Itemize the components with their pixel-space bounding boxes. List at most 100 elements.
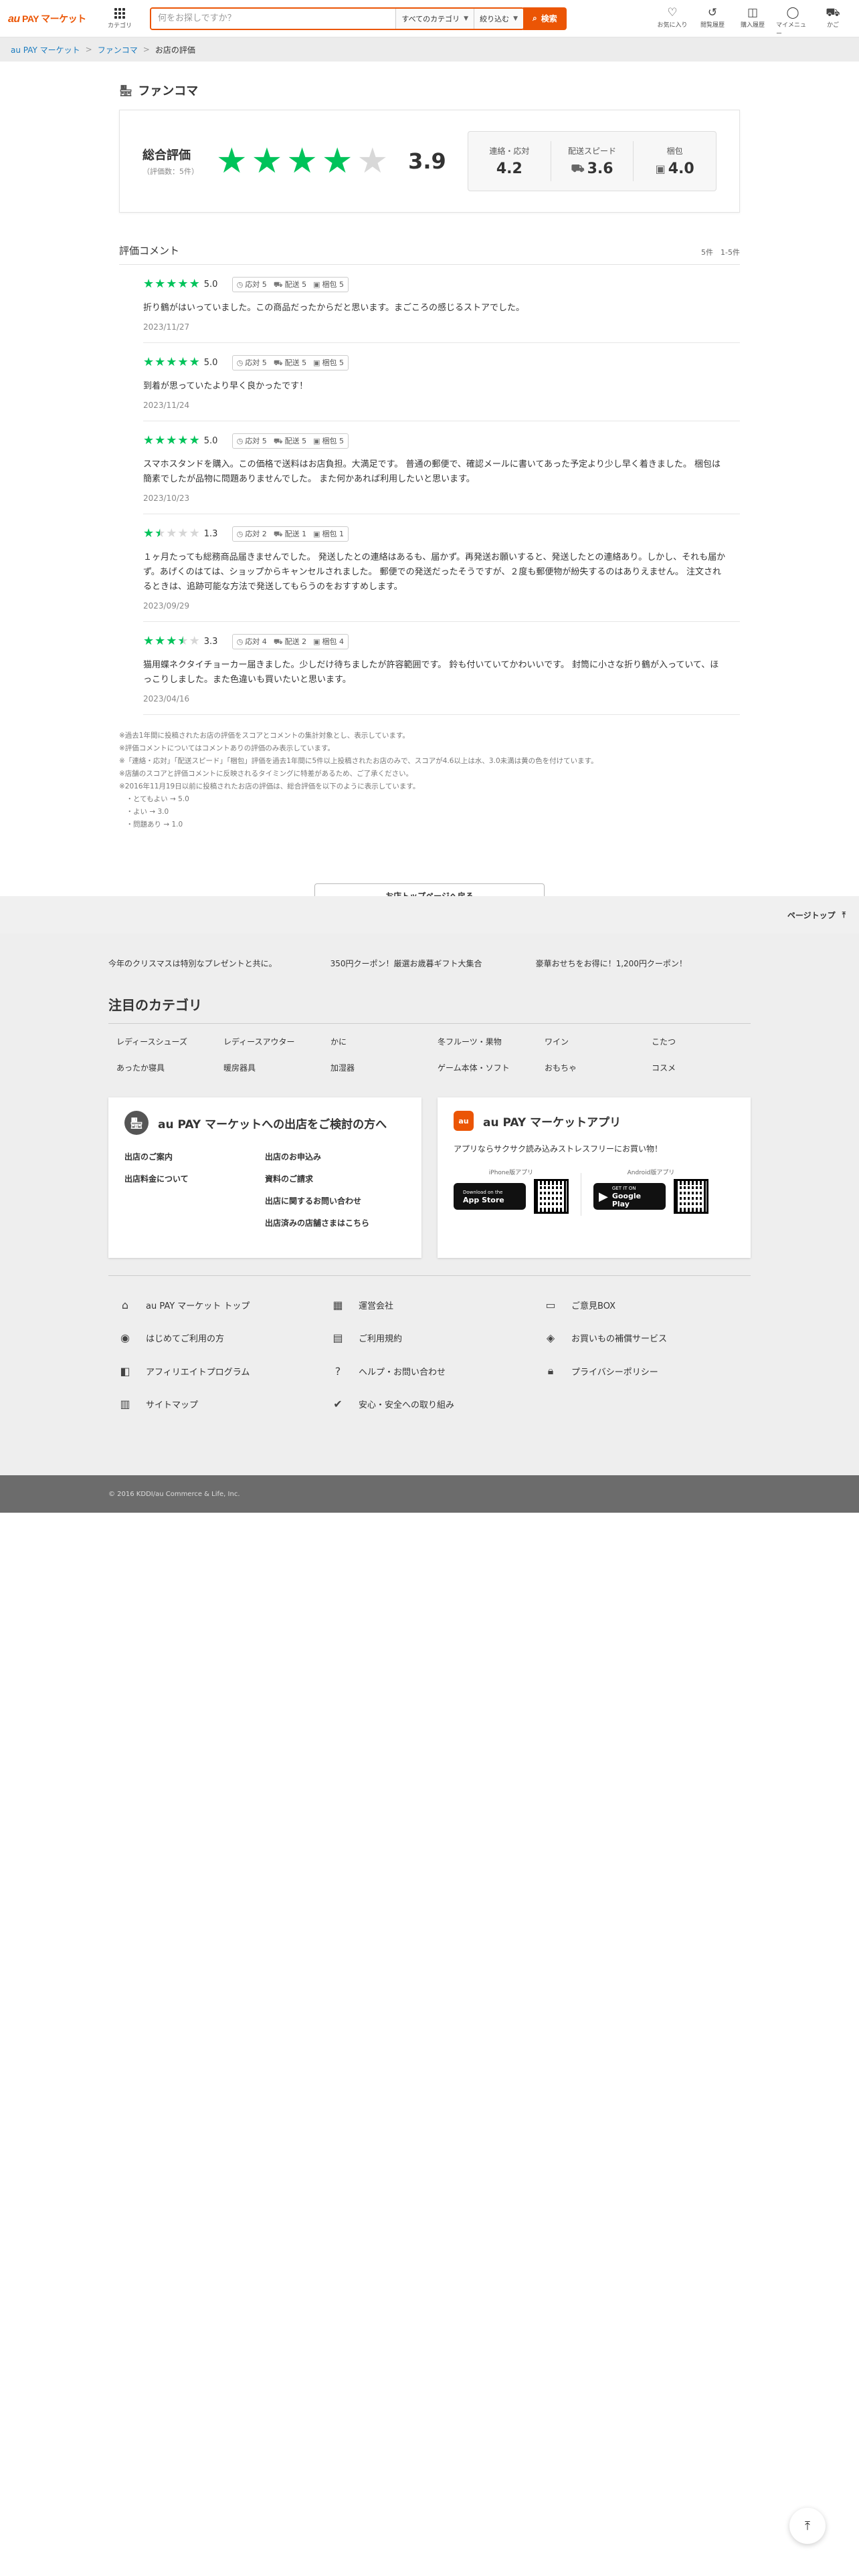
footer-link-company[interactable]: ▦ 運営会社 xyxy=(332,1299,545,1311)
featured-categories: レディースシューズ レディースアウター かに 冬フルーツ・果物 ワイン こたつ … xyxy=(108,1036,751,1073)
category-link[interactable]: 加湿器 xyxy=(330,1062,438,1073)
star-icon: ★ xyxy=(143,634,155,648)
search-input[interactable] xyxy=(151,8,396,29)
category-select[interactable]: すべてのカテゴリ ▼ xyxy=(395,8,474,29)
category-link[interactable]: あったか寝具 xyxy=(116,1062,223,1073)
star-icon: ★ xyxy=(189,277,200,291)
star-icon: ★ xyxy=(166,634,177,648)
footer-link-privacy[interactable]: 🔒︎ プライバシーポリシー xyxy=(545,1364,757,1378)
user-icon: ◯ xyxy=(786,6,799,19)
notes: ※過去1年間に投稿されたお店の評価をスコアとコメントの集計対象とし、表示していま… xyxy=(119,730,740,831)
search-button[interactable]: ⌕ 検索 xyxy=(523,7,567,30)
breadcrumb-home[interactable]: au PAY マーケット xyxy=(11,44,80,56)
overall-stars: ★ ★ ★ ★ ★ xyxy=(216,144,388,179)
google-play-button[interactable]: ▶ GET IT ON Google Play xyxy=(593,1183,666,1210)
review-score: 5.0 xyxy=(203,357,218,368)
rating-summary: 総合評価 （評価数：5件） ★ ★ ★ ★ ★ 3.9 連絡・応対 4.2 配送… xyxy=(119,110,740,213)
seller-link[interactable]: 出店に関するお問い合わせ xyxy=(265,1195,405,1206)
footer-link-affiliate[interactable]: ◧ アフィリエイトプログラム xyxy=(119,1364,332,1378)
scroll-top-button[interactable]: ⤒ xyxy=(789,2508,826,2544)
star-icon: ★ xyxy=(189,355,200,369)
review-stars: ★ ★ ★ ★ ★ xyxy=(143,528,200,540)
category-link[interactable]: コスメ xyxy=(652,1062,759,1073)
category-link[interactable]: こたつ xyxy=(652,1036,759,1047)
promo-link[interactable]: 今年のクリスマスは特別なプレゼントと共に。 xyxy=(108,958,277,969)
category-link[interactable]: かに xyxy=(330,1036,438,1047)
arrow-up-icon[interactable]: ⤒ xyxy=(842,910,846,920)
promo-link[interactable]: 350円クーポン！厳選お歳暮ギフト大集合 xyxy=(330,958,482,969)
note: ・とてもよい → 5.0 xyxy=(119,795,189,803)
footer-link-terms[interactable]: ▤ ご利用規約 xyxy=(332,1331,545,1344)
arrow-up-icon: ⤒ xyxy=(805,2518,810,2533)
star-icon: ★ xyxy=(155,433,166,447)
footer-link-guarantee[interactable]: ◈ お買いもの補償サービス xyxy=(545,1331,757,1344)
review-item: ★ ★ ★ ★ ★ 1.3 ◷ 応対 2 ⛟ 配送 1 ▣ 梱包 1 １ヶ月たっても総務商品届… xyxy=(143,514,740,622)
seller-link[interactable]: 出店のお申込み xyxy=(265,1151,405,1162)
filter-select[interactable]: 絞り込む ▼ xyxy=(474,8,523,29)
note: ・よい → 3.0 xyxy=(119,808,169,816)
store-icon: 🏪︎ xyxy=(124,1111,149,1135)
orders-button[interactable]: ◫ 購入履歴 xyxy=(736,5,769,37)
cart-button[interactable]: ⛟ かご xyxy=(816,5,850,37)
chevron-right-icon: > xyxy=(142,45,150,54)
help-icon: ? xyxy=(335,1364,341,1378)
main-content: 🏪︎ ファンコマ 総合評価 （評価数：5件） ★ ★ ★ ★ ★ 3.9 連絡・… xyxy=(119,62,740,907)
star-icon: ★ xyxy=(177,433,189,447)
category-link[interactable]: 暖房器具 xyxy=(223,1062,330,1073)
pagetop-link[interactable]: ページトップ xyxy=(787,909,836,921)
review-score: 5.0 xyxy=(203,435,218,446)
star-icon: ★ xyxy=(155,355,166,369)
seller-link[interactable]: 出店のご案内 xyxy=(124,1151,265,1162)
comments-range: 5件 1-5件 xyxy=(701,248,740,257)
category-link[interactable]: レディースシューズ xyxy=(116,1036,223,1047)
box-icon: ▣ xyxy=(313,280,320,289)
footer-link-safety[interactable]: ✔ 安心・安全への取り組み xyxy=(332,1398,545,1410)
mypage-button[interactable]: ◯ マイメニュー xyxy=(776,5,809,37)
category-link[interactable]: ゲーム本体・ソフト xyxy=(438,1062,545,1073)
grid-icon xyxy=(114,7,125,19)
promo-link[interactable]: 豪華おせちをお得に！1,200円クーポン！ xyxy=(536,958,687,969)
category-menu-button[interactable]: カテゴリ xyxy=(106,7,134,29)
footer-link-top[interactable]: ⌂ au PAY マーケット トップ xyxy=(119,1299,332,1311)
clock-icon: ◷ xyxy=(236,280,244,289)
review-stars: ★ ★ ★ ★ ★ xyxy=(143,356,200,368)
review-text: 到着が思っていたより早く良かったです！ xyxy=(143,381,308,391)
note: ※「連絡・応対」「配送スピード」「梱包」評価を過去1年間に5件以上投稿されたお店… xyxy=(119,757,598,765)
sub-score-packing: 梱包 ▣ 4.0 xyxy=(655,146,694,177)
review-date: 2023/11/27 xyxy=(143,322,190,332)
clock-icon: ◷ xyxy=(236,436,244,445)
lock-icon: 🔒︎ xyxy=(547,1364,554,1377)
footer-link-feedback[interactable]: ▭ ご意見BOX xyxy=(545,1299,757,1311)
star-half-icon: ★ xyxy=(155,526,166,540)
copyright: © 2016 KDDI/au Commerce & Life, Inc. xyxy=(0,1475,859,1513)
app-store-button[interactable]: Download on the App Store xyxy=(454,1183,526,1210)
review-date: 2023/10/23 xyxy=(143,494,190,503)
overall-label: 総合評価 xyxy=(142,148,191,163)
seller-link[interactable]: 資料のご請求 xyxy=(265,1173,405,1184)
footer-link-sitemap[interactable]: ▥ サイトマップ xyxy=(119,1398,332,1410)
review-text: 折り鶴がはいっていました。この商品だったからだと思います。まごころの感じるストア… xyxy=(143,303,525,313)
seller-link[interactable]: 出店料金について xyxy=(124,1173,265,1184)
clock-icon: ◷ xyxy=(236,637,244,646)
category-link[interactable]: レディースアウター xyxy=(223,1036,330,1047)
category-link[interactable]: ワイン xyxy=(545,1036,652,1047)
category-link[interactable]: 冬フルーツ・果物 xyxy=(438,1036,545,1047)
review-sub-scores: ◷ 応対 4 ⛟ 配送 2 ▣ 梱包 4 xyxy=(231,633,349,649)
review-text: 猫用蝶ネクタイチョーカー届きました。少しだけ待ちましたが許容範囲です。 鈴も付い… xyxy=(143,660,719,685)
seller-link[interactable]: 出店済みの店舗さまはこちら xyxy=(265,1217,405,1228)
favorites-button[interactable]: ♡ お気に入り xyxy=(656,5,689,37)
history-button[interactable]: ↺ 閲覧履歴 xyxy=(696,5,729,37)
review-list: ★ ★ ★ ★ ★ 5.0 ◷ 応対 5 ⛟ 配送 5 ▣ 梱包 5 折り鶴がはいっていました… xyxy=(119,265,740,715)
document-icon: ▤ xyxy=(332,1331,343,1344)
breadcrumb-shop[interactable]: ファンコマ xyxy=(98,44,138,56)
comments-header: 評価コメント 5件 1-5件 xyxy=(119,243,740,265)
footer-link-help[interactable]: ? ヘルプ・お問い合わせ xyxy=(332,1364,545,1378)
affiliate-icon: ◧ xyxy=(120,1364,130,1378)
star-empty-icon: ★ xyxy=(177,526,189,540)
comments-title: 評価コメント xyxy=(119,245,180,257)
note: ※2016年11月19日以前に投稿されたお店の評価は、総合評価を以下のように表示… xyxy=(119,782,420,790)
category-link[interactable]: おもちゃ xyxy=(545,1062,652,1073)
footer-link-beginner[interactable]: ◉ はじめてご利用の方 xyxy=(119,1331,332,1344)
breadcrumb: au PAY マーケット > ファンコマ > お店の評価 xyxy=(0,37,859,62)
site-logo[interactable]: au PAY マーケット xyxy=(8,12,102,25)
